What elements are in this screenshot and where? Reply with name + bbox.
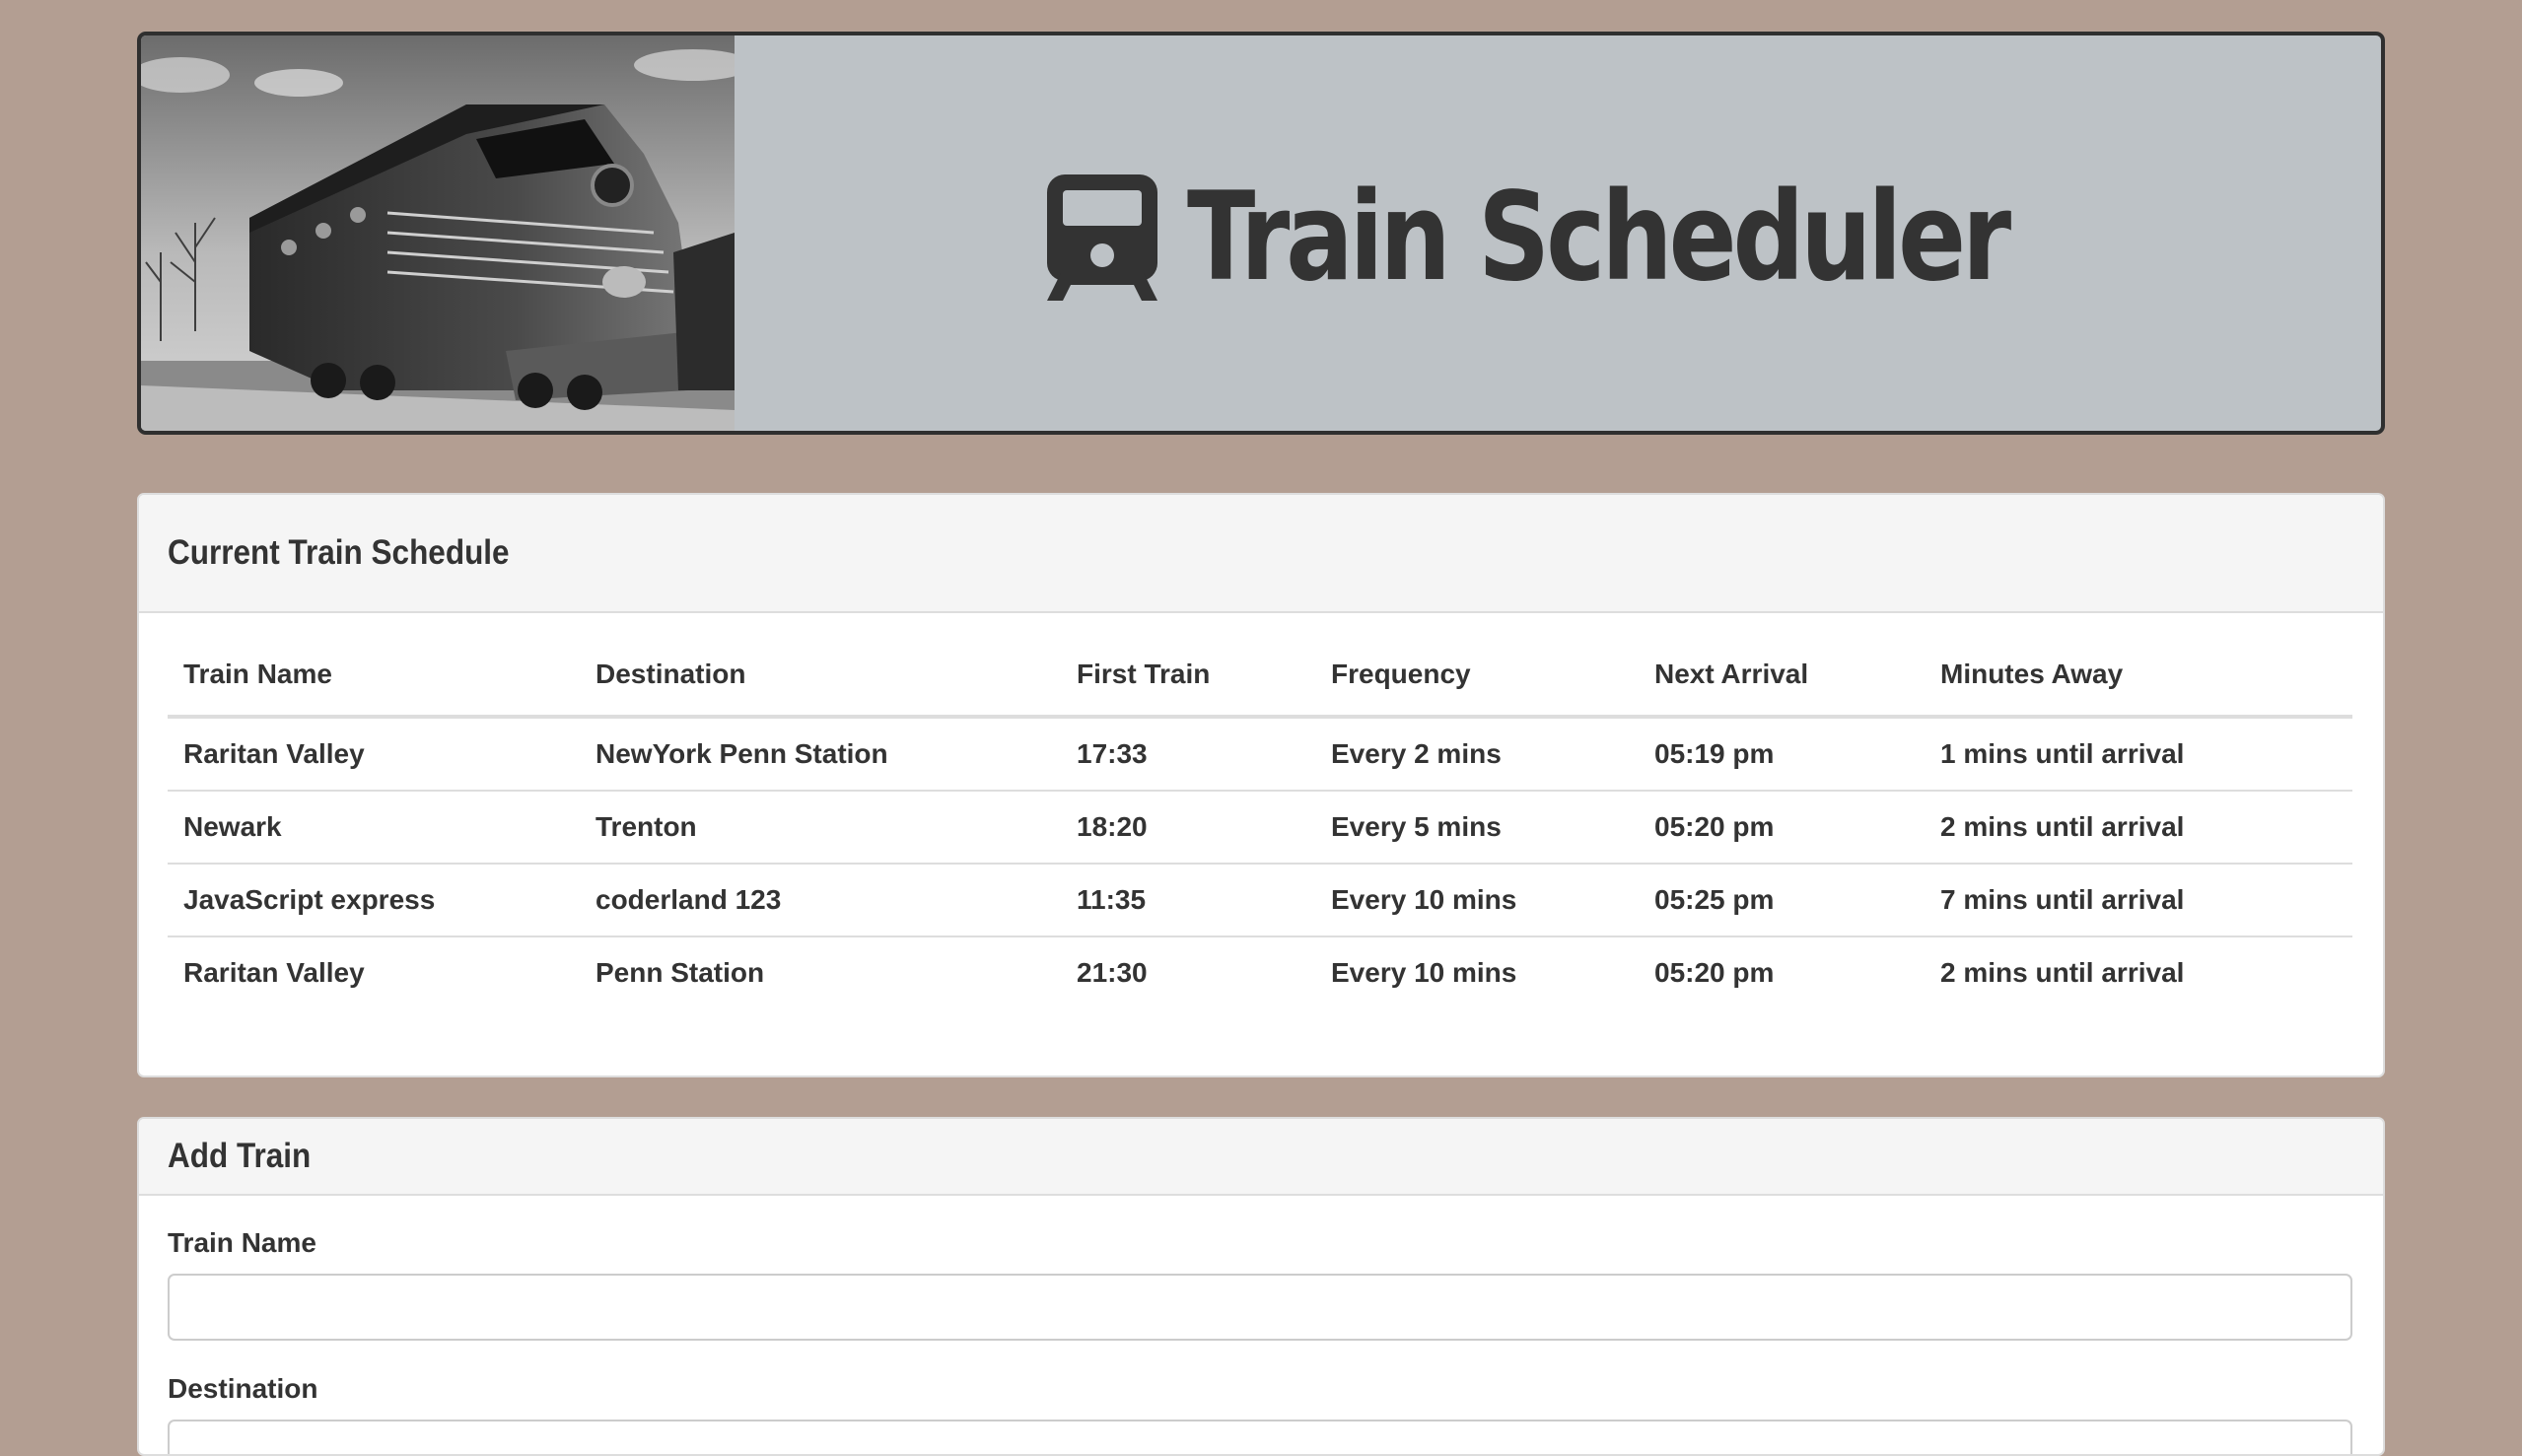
schedule-panel-heading: Current Train Schedule	[139, 495, 2383, 613]
cell-destination: coderland 123	[580, 863, 1061, 936]
add-train-form: Train Name Destination	[139, 1227, 2383, 1454]
train-name-input[interactable]	[168, 1274, 2352, 1341]
cell-frequency: Every 10 mins	[1315, 936, 1639, 1008]
page-title: Train Scheduler	[1186, 166, 2011, 309]
header-banner: Train Scheduler	[137, 32, 2385, 435]
cell-minutes-away: 2 mins until arrival	[1925, 936, 2352, 1008]
cell-minutes-away: 7 mins until arrival	[1925, 863, 2352, 936]
add-train-panel-heading: Add Train	[139, 1119, 2383, 1196]
table-row: JavaScript express coderland 123 11:35 E…	[168, 863, 2352, 936]
add-train-heading: Add Train	[168, 1137, 312, 1175]
cell-frequency: Every 2 mins	[1331, 738, 1502, 769]
cell-next-arrival: 05:20 pm	[1639, 790, 1925, 864]
cell-frequency: Every 10 mins	[1315, 863, 1639, 936]
cell-train-name: Newark	[168, 790, 580, 864]
cell-first-train: 11:35	[1061, 863, 1315, 936]
column-header-next-arrival: Next Arrival	[1639, 633, 1925, 719]
train-icon	[1046, 173, 1157, 301]
cell-first-train: 21:30	[1061, 936, 1315, 1008]
cell-train-name: Raritan Valley	[183, 738, 365, 769]
cell-first-train: 17:33	[1077, 738, 1148, 769]
cell-train-name: Raritan Valley	[168, 936, 580, 1008]
cell-destination: NewYork Penn Station	[595, 738, 888, 769]
destination-input[interactable]	[168, 1420, 2352, 1454]
destination-label: Destination	[168, 1373, 318, 1404]
locomotive-photo	[141, 35, 735, 431]
cell-frequency: Every 5 mins	[1315, 790, 1639, 864]
cell-next-arrival: 05:20 pm	[1639, 936, 1925, 1008]
cell-first-train: 18:20	[1061, 790, 1315, 864]
column-header-first-train: First Train	[1061, 633, 1315, 719]
cell-minutes-away: 2 mins until arrival	[1925, 790, 2352, 864]
cell-train-name: JavaScript express	[168, 863, 580, 936]
table-header-row: Train Name Destination First Train Frequ…	[168, 633, 2352, 719]
schedule-table: Train Name Destination First Train Frequ…	[168, 633, 2352, 1008]
table-row: Newark Trenton 18:20 Every 5 mins 05:20 …	[168, 790, 2352, 864]
column-header-destination: Destination	[580, 633, 1061, 719]
cell-destination: Trenton	[580, 790, 1061, 864]
schedule-heading: Current Train Schedule	[168, 533, 510, 572]
cell-next-arrival: 05:25 pm	[1639, 863, 1925, 936]
cell-minutes-away: 1 mins until arrival	[1940, 738, 2185, 769]
cell-destination: Penn Station	[580, 936, 1061, 1008]
schedule-panel: Current Train Schedule Train Name Destin…	[137, 493, 2385, 1077]
column-header-train-name: Train Name	[168, 633, 580, 719]
add-train-panel: Add Train Train Name Destination	[137, 1117, 2385, 1456]
train-name-label: Train Name	[168, 1227, 316, 1258]
column-header-frequency: Frequency	[1315, 633, 1639, 719]
banner-title-area: Train Scheduler	[735, 35, 2381, 431]
table-row: Raritan Valley NewYork Penn Station 17:3…	[168, 717, 2352, 791]
column-header-minutes-away: Minutes Away	[1925, 633, 2352, 719]
cell-next-arrival: 05:19 pm	[1654, 738, 1775, 769]
table-row: Raritan Valley Penn Station 21:30 Every …	[168, 936, 2352, 1008]
